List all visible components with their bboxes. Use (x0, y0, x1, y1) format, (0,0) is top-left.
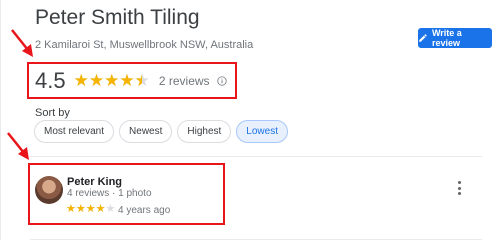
write-review-label: Write a review (431, 28, 462, 48)
pencil-icon (419, 34, 427, 42)
annotation-arrow (7, 132, 29, 160)
sort-chip-highest[interactable]: Highest (177, 120, 232, 143)
left-border (0, 0, 1, 240)
sort-chip-newest[interactable]: Newest (119, 120, 173, 143)
more-vert-icon[interactable] (456, 181, 462, 195)
sort-chip-most-relevant[interactable]: Most relevant (34, 120, 115, 143)
business-address: 2 Kamilaroi St, Muswellbrook NSW, Austra… (35, 39, 254, 51)
business-name: Peter Smith Tiling (35, 6, 200, 29)
sort-label: Sort by (35, 107, 70, 119)
annotation-arrow (11, 29, 33, 57)
sort-chips: Most relevant Newest Highest Lowest (34, 120, 288, 143)
divider (30, 156, 482, 157)
sort-chip-lowest[interactable]: Lowest (236, 120, 288, 143)
write-review-button[interactable]: Write a review (418, 28, 492, 48)
annotation-box-review (28, 163, 225, 225)
annotation-box-rating (27, 62, 237, 99)
